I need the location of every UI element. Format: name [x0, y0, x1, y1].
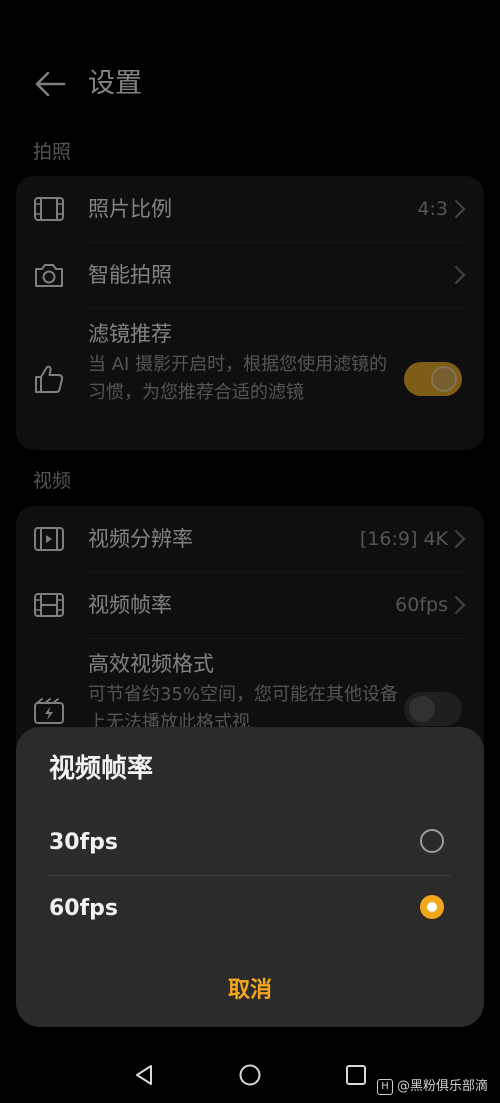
nav-back-button[interactable]: [130, 1061, 158, 1089]
frame-rate-dialog: 视频帧率 30fps 60fps 取消: [16, 727, 484, 1027]
radio-button-checked[interactable]: [420, 895, 444, 919]
watermark-badge: H: [376, 1078, 393, 1095]
watermark-text: @黑粉俱乐部滴: [396, 1079, 488, 1094]
watermark: H @黑粉俱乐部滴: [376, 1078, 488, 1096]
nav-home-button[interactable]: [236, 1061, 264, 1089]
circle-home-icon: [239, 1064, 261, 1086]
option-label: 60fps: [49, 896, 119, 921]
divider: [49, 875, 451, 876]
radio-button-unchecked[interactable]: [420, 829, 444, 853]
option-30fps[interactable]: 30fps: [16, 811, 484, 875]
square-recents-icon: [346, 1065, 366, 1085]
triangle-back-icon: [136, 1065, 152, 1085]
camera-settings-screen: 设置 拍照 照片比例 4:3 智能拍照 滤镜推荐 当 AI 摄影开启时，根据您使…: [0, 0, 500, 1103]
dialog-title: 视频帧率: [49, 754, 154, 784]
option-label: 30fps: [49, 830, 119, 855]
nav-recents-button[interactable]: [342, 1061, 370, 1089]
cancel-button[interactable]: 取消: [150, 971, 350, 1011]
option-60fps[interactable]: 60fps: [16, 877, 484, 941]
